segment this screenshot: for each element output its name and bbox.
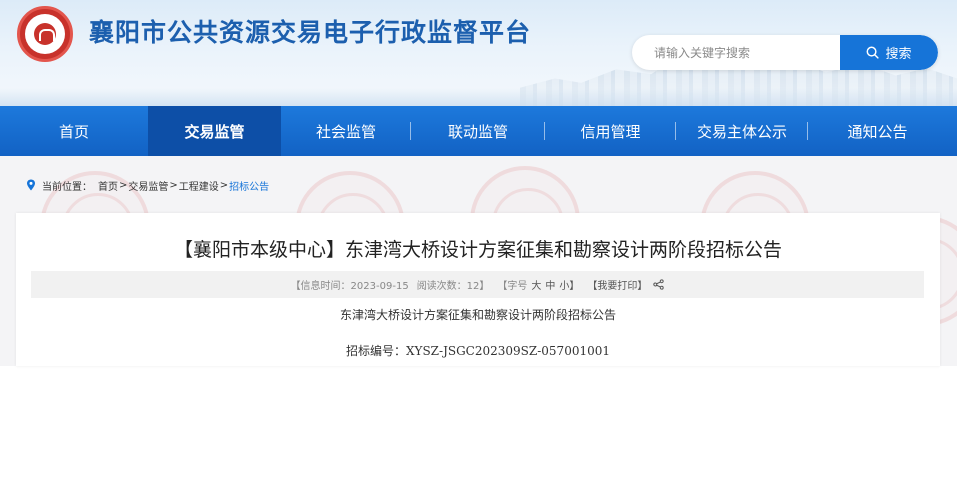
search-button[interactable]: 搜索 [840, 35, 938, 70]
search-icon [867, 46, 880, 59]
share-icon[interactable] [653, 279, 665, 290]
font-size-large-button[interactable]: 大 [531, 277, 541, 292]
location-pin-icon [27, 179, 35, 191]
breadcrumb-separator: > [119, 179, 128, 191]
city-emblem-logo [17, 6, 73, 62]
nav-item-home[interactable]: 首页 [0, 106, 148, 156]
breadcrumb-separator: > [219, 179, 229, 191]
breadcrumb-label: 当前位置： [42, 181, 92, 193]
nav-item-label: 首页 [58, 122, 89, 141]
nav-item-credit-management[interactable]: 信用管理 [545, 106, 676, 156]
nav-item-label: 交易监管 [184, 122, 245, 141]
view-count: 阅读次数：12】 [416, 281, 490, 292]
site-header: 襄阳市公共资源交易电子行政监督平台 搜索 [0, 0, 957, 106]
article-body-heading: 东津湾大桥设计方案征集和勘察设计两阶段招标公告 [339, 308, 616, 322]
nav-item-social-supervision[interactable]: 社会监管 [281, 106, 411, 156]
font-size-medium-button[interactable]: 中 [545, 277, 555, 292]
breadcrumb: 当前位置： 首页 > 交易监管 > 工程建设 > 招标公告 [26, 178, 269, 193]
info-time: 【信息时间：2023-09-15 [290, 281, 409, 292]
site-title: 襄阳市公共资源交易电子行政监督平台 [89, 18, 532, 47]
article-tender-number: 招标编号：XYSZ-JSGC202309SZ-057001001 [345, 344, 610, 358]
search-input[interactable] [632, 35, 842, 70]
nav-item-trading-entity-disclosure[interactable]: 交易主体公示 [676, 106, 808, 156]
nav-item-trade-supervision[interactable]: 交易监管 [148, 106, 281, 156]
article-card: 【襄阳市本级中心】东津湾大桥设计方案征集和勘察设计两阶段招标公告 【信息时间：2… [16, 213, 940, 366]
search-button-label: 搜索 [885, 47, 912, 62]
article-meta-bar: 【信息时间：2023-09-15 阅读次数：12】 【字号 大 中 小】 【我要… [31, 271, 924, 298]
header-water-decoration [0, 88, 957, 106]
nav-item-label: 联动监管 [447, 122, 508, 141]
breadcrumb-item-home[interactable]: 首页 [98, 178, 118, 193]
nav-item-label: 通知公告 [847, 122, 908, 141]
nav-item-label: 交易主体公示 [696, 122, 787, 141]
article-title: 【襄阳市本级中心】东津湾大桥设计方案征集和勘察设计两阶段招标公告 [173, 239, 782, 261]
breadcrumb-item-engineering[interactable]: 工程建设 [179, 178, 219, 193]
nav-item-linked-supervision[interactable]: 联动监管 [411, 106, 545, 156]
font-size-label: 【字号 [497, 281, 528, 292]
search-box: 搜索 [632, 35, 938, 70]
nav-item-notices[interactable]: 通知公告 [808, 106, 947, 156]
print-button[interactable]: 【我要打印】 [587, 277, 647, 292]
nav-item-label: 社会监管 [315, 122, 376, 141]
main-nav: 首页 交易监管 社会监管 联动监管 信用管理 交易主体公示 通知公告 [0, 106, 957, 156]
breadcrumb-item-tender-notice[interactable]: 招标公告 [229, 178, 269, 193]
breadcrumb-item-trade-supervision[interactable]: 交易监管 [128, 178, 168, 193]
breadcrumb-separator: > [169, 179, 178, 191]
font-size-small-button[interactable]: 小】 [559, 277, 579, 292]
nav-item-label: 信用管理 [580, 122, 641, 141]
